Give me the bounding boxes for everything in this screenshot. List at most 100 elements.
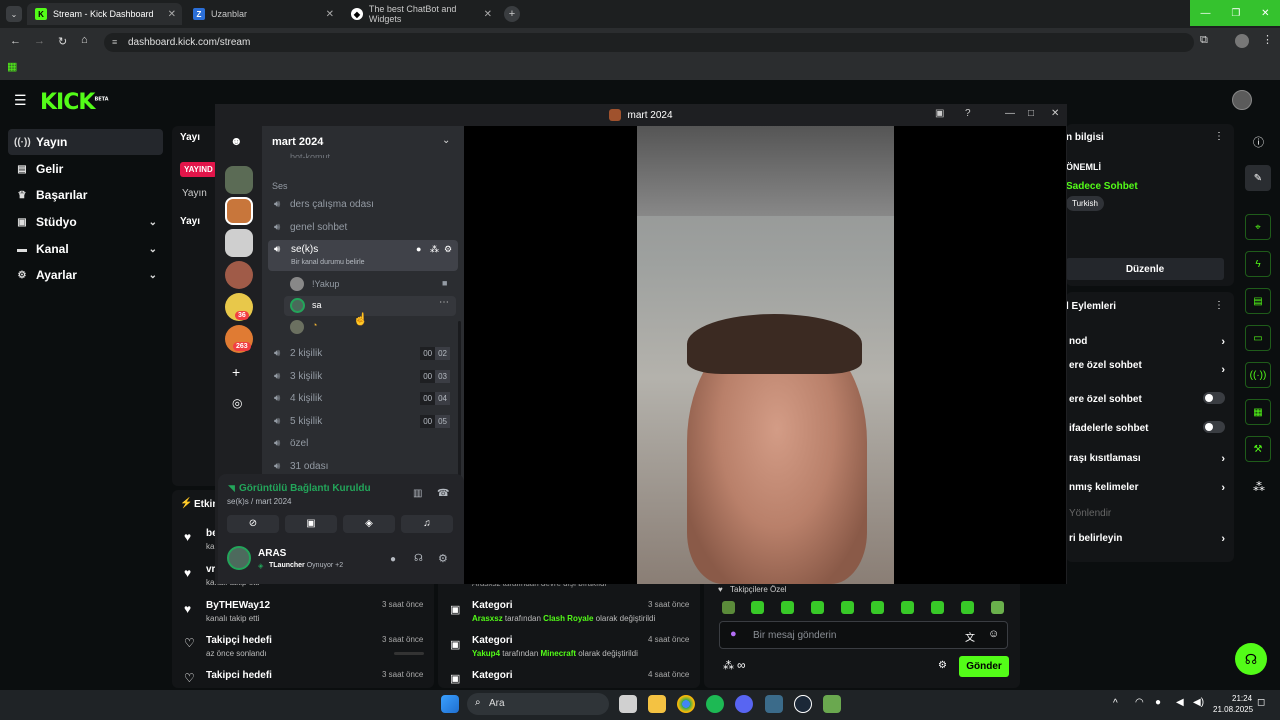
notification-icon[interactable]: ◻	[1257, 697, 1265, 708]
more-icon[interactable]: ⋯	[439, 297, 449, 308]
chevron-down-icon[interactable]: ⌄	[442, 135, 450, 146]
hamburger-icon[interactable]: ☰	[14, 92, 27, 109]
clock-time[interactable]: 21:24	[1232, 694, 1252, 703]
clock-date[interactable]: 21.08.2025	[1213, 705, 1253, 714]
close-window-icon[interactable]: ✕	[1261, 8, 1269, 19]
explore-icon[interactable]: ◎	[232, 396, 242, 410]
gear-icon[interactable]: ⚙	[444, 244, 452, 255]
site-info-icon[interactable]: ≡	[112, 37, 117, 47]
document-icon[interactable]: ▤	[1245, 288, 1271, 314]
tray-chevron-icon[interactable]: ^	[1113, 698, 1118, 709]
emote-icon[interactable]	[722, 601, 735, 614]
voice-channel[interactable]: 🔊︎ genel sohbet	[272, 217, 456, 237]
voice-location[interactable]: se(k)s / mart 2024	[227, 497, 291, 506]
action-row[interactable]: ere özel sohbet ›	[1069, 360, 1231, 376]
voice-channel[interactable]: 🔊︎ ders çalışma odası	[272, 194, 456, 214]
emote-icon[interactable]	[751, 601, 764, 614]
emote-icon[interactable]	[931, 601, 944, 614]
tab-search-button[interactable]: ⌄	[6, 6, 22, 22]
soundboard-icon[interactable]: ▥	[413, 488, 422, 499]
target-icon[interactable]: ⌖	[1245, 214, 1271, 240]
minimize-icon[interactable]: —	[1200, 8, 1210, 19]
apps-grid-icon[interactable]: ▦	[7, 60, 17, 73]
support-button[interactable]: ☊	[1235, 643, 1267, 675]
close-icon[interactable]: ✕	[484, 9, 492, 20]
edit-button[interactable]: Düzenle	[1066, 258, 1224, 280]
headphones-icon[interactable]: ☊	[414, 553, 423, 564]
nav-item-yayin[interactable]: ((·)) Yayın	[8, 129, 163, 155]
add-server-icon[interactable]: +	[232, 364, 240, 380]
voice-channel[interactable]: 🔊︎ 31 odası	[272, 456, 456, 476]
send-button[interactable]: Gönder	[959, 656, 1009, 677]
translate-icon[interactable]: 文	[965, 629, 975, 644]
mic-icon[interactable]: ●	[1155, 697, 1161, 708]
discord-icon[interactable]	[735, 695, 753, 713]
mic-icon[interactable]: ●	[730, 628, 737, 640]
close-icon[interactable]: ✕	[168, 9, 176, 20]
points-icon[interactable]: ⁂	[723, 659, 734, 672]
broadcast-icon[interactable]: ((·))	[1245, 362, 1271, 388]
voice-channel[interactable]: 🔊︎ özel	[272, 433, 456, 453]
new-tab-button[interactable]: +	[504, 6, 520, 22]
user-avatar[interactable]	[227, 546, 251, 570]
voice-channel-active[interactable]: 🔊︎ se(k)s Bir kanal durumu belirle ● ⁂ ⚙	[268, 240, 458, 271]
steam-icon[interactable]	[794, 695, 812, 713]
chat-input[interactable]: ● Bir mesaj gönderin 文 ☺	[719, 621, 1008, 649]
tab-chatbot[interactable]: ◆ The best ChatBot and Widgets ✕	[343, 3, 498, 25]
layout-icon[interactable]: ▦	[1245, 399, 1271, 425]
nav-item-studyo[interactable]: ▣ Stüdyo ⌄	[8, 209, 163, 235]
nav-item-ayarlar[interactable]: ⚙ Ayarlar ⌄	[8, 262, 163, 288]
info-icon[interactable]: ⓘ	[1253, 134, 1264, 150]
maximize-icon[interactable]: ❐	[1231, 8, 1240, 19]
task-view-icon[interactable]	[619, 695, 637, 713]
speaker-icon[interactable]: ◀	[1176, 697, 1184, 708]
emote-icon[interactable]	[991, 601, 1004, 614]
scrollbar[interactable]	[458, 321, 461, 476]
wifi-icon[interactable]: ◠	[1135, 697, 1144, 708]
nav-item-basarilar[interactable]: ♛ Başarılar	[8, 182, 163, 208]
mic-icon[interactable]: ●	[390, 554, 396, 565]
volume-icon[interactable]: ◀)	[1193, 697, 1204, 708]
screen-share-button[interactable]: ▣	[285, 515, 337, 533]
profile-avatar[interactable]	[1235, 34, 1249, 48]
server-name[interactable]: mart 2024	[272, 136, 323, 148]
server-icon[interactable]	[225, 261, 253, 289]
emote-icon[interactable]	[841, 601, 854, 614]
user-avatar[interactable]	[1232, 90, 1252, 110]
close-icon[interactable]: ✕	[326, 9, 334, 20]
disconnect-icon[interactable]: ☎	[437, 488, 449, 499]
apps-icon[interactable]: ⁂	[1253, 480, 1265, 494]
chat-settings-icon[interactable]: ⚙	[938, 660, 947, 671]
voice-channel[interactable]: 🔊︎ 4 kişilik 00 04	[272, 388, 456, 408]
voice-member[interactable]: sa ⋯	[284, 296, 456, 316]
wrench-icon[interactable]: ⚒	[1245, 436, 1271, 462]
tab-uzanblar[interactable]: Z Uzanblar ✕	[185, 3, 340, 25]
camera-off-button[interactable]: ⊘	[227, 515, 279, 533]
app-icon[interactable]	[765, 695, 783, 713]
more-icon[interactable]: ⋮	[1214, 300, 1224, 311]
voice-channel[interactable]: 🔊︎ 3 kişilik 00 03	[272, 366, 456, 386]
windows-start-icon[interactable]	[441, 695, 459, 713]
spotify-icon[interactable]	[706, 695, 724, 713]
chat-icon[interactable]: ●	[416, 244, 421, 254]
voice-channel[interactable]: 🔊︎ 5 kişilik 00 05	[272, 411, 456, 431]
tab-kick-dashboard[interactable]: K Stream - Kick Dashboard ✕	[27, 3, 182, 25]
action-row[interactable]: ere özel sohbet	[1069, 392, 1231, 405]
bolt-icon[interactable]: ϟ	[1245, 251, 1271, 277]
toggle-switch[interactable]	[1203, 421, 1225, 433]
chrome-icon[interactable]	[677, 695, 695, 713]
emote-icon[interactable]	[811, 601, 824, 614]
emote-icon[interactable]	[901, 601, 914, 614]
inbox-icon[interactable]: ▣	[935, 108, 944, 119]
voice-member[interactable]: !Yakup ■	[290, 276, 456, 294]
server-icon[interactable]	[225, 197, 253, 225]
action-row[interactable]: ri belirleyin ›	[1069, 533, 1231, 545]
server-icon[interactable]	[225, 166, 253, 194]
emote-icon[interactable]	[961, 601, 974, 614]
more-icon[interactable]: ⋮	[1214, 131, 1224, 142]
action-row[interactable]: nod ›	[1069, 336, 1231, 348]
discord-logo-icon[interactable]: ☻	[230, 134, 243, 148]
nav-item-gelir[interactable]: ▤ Gelir	[8, 156, 163, 182]
voice-section-label[interactable]: Ses	[272, 181, 288, 191]
help-icon[interactable]: ?	[965, 108, 971, 119]
